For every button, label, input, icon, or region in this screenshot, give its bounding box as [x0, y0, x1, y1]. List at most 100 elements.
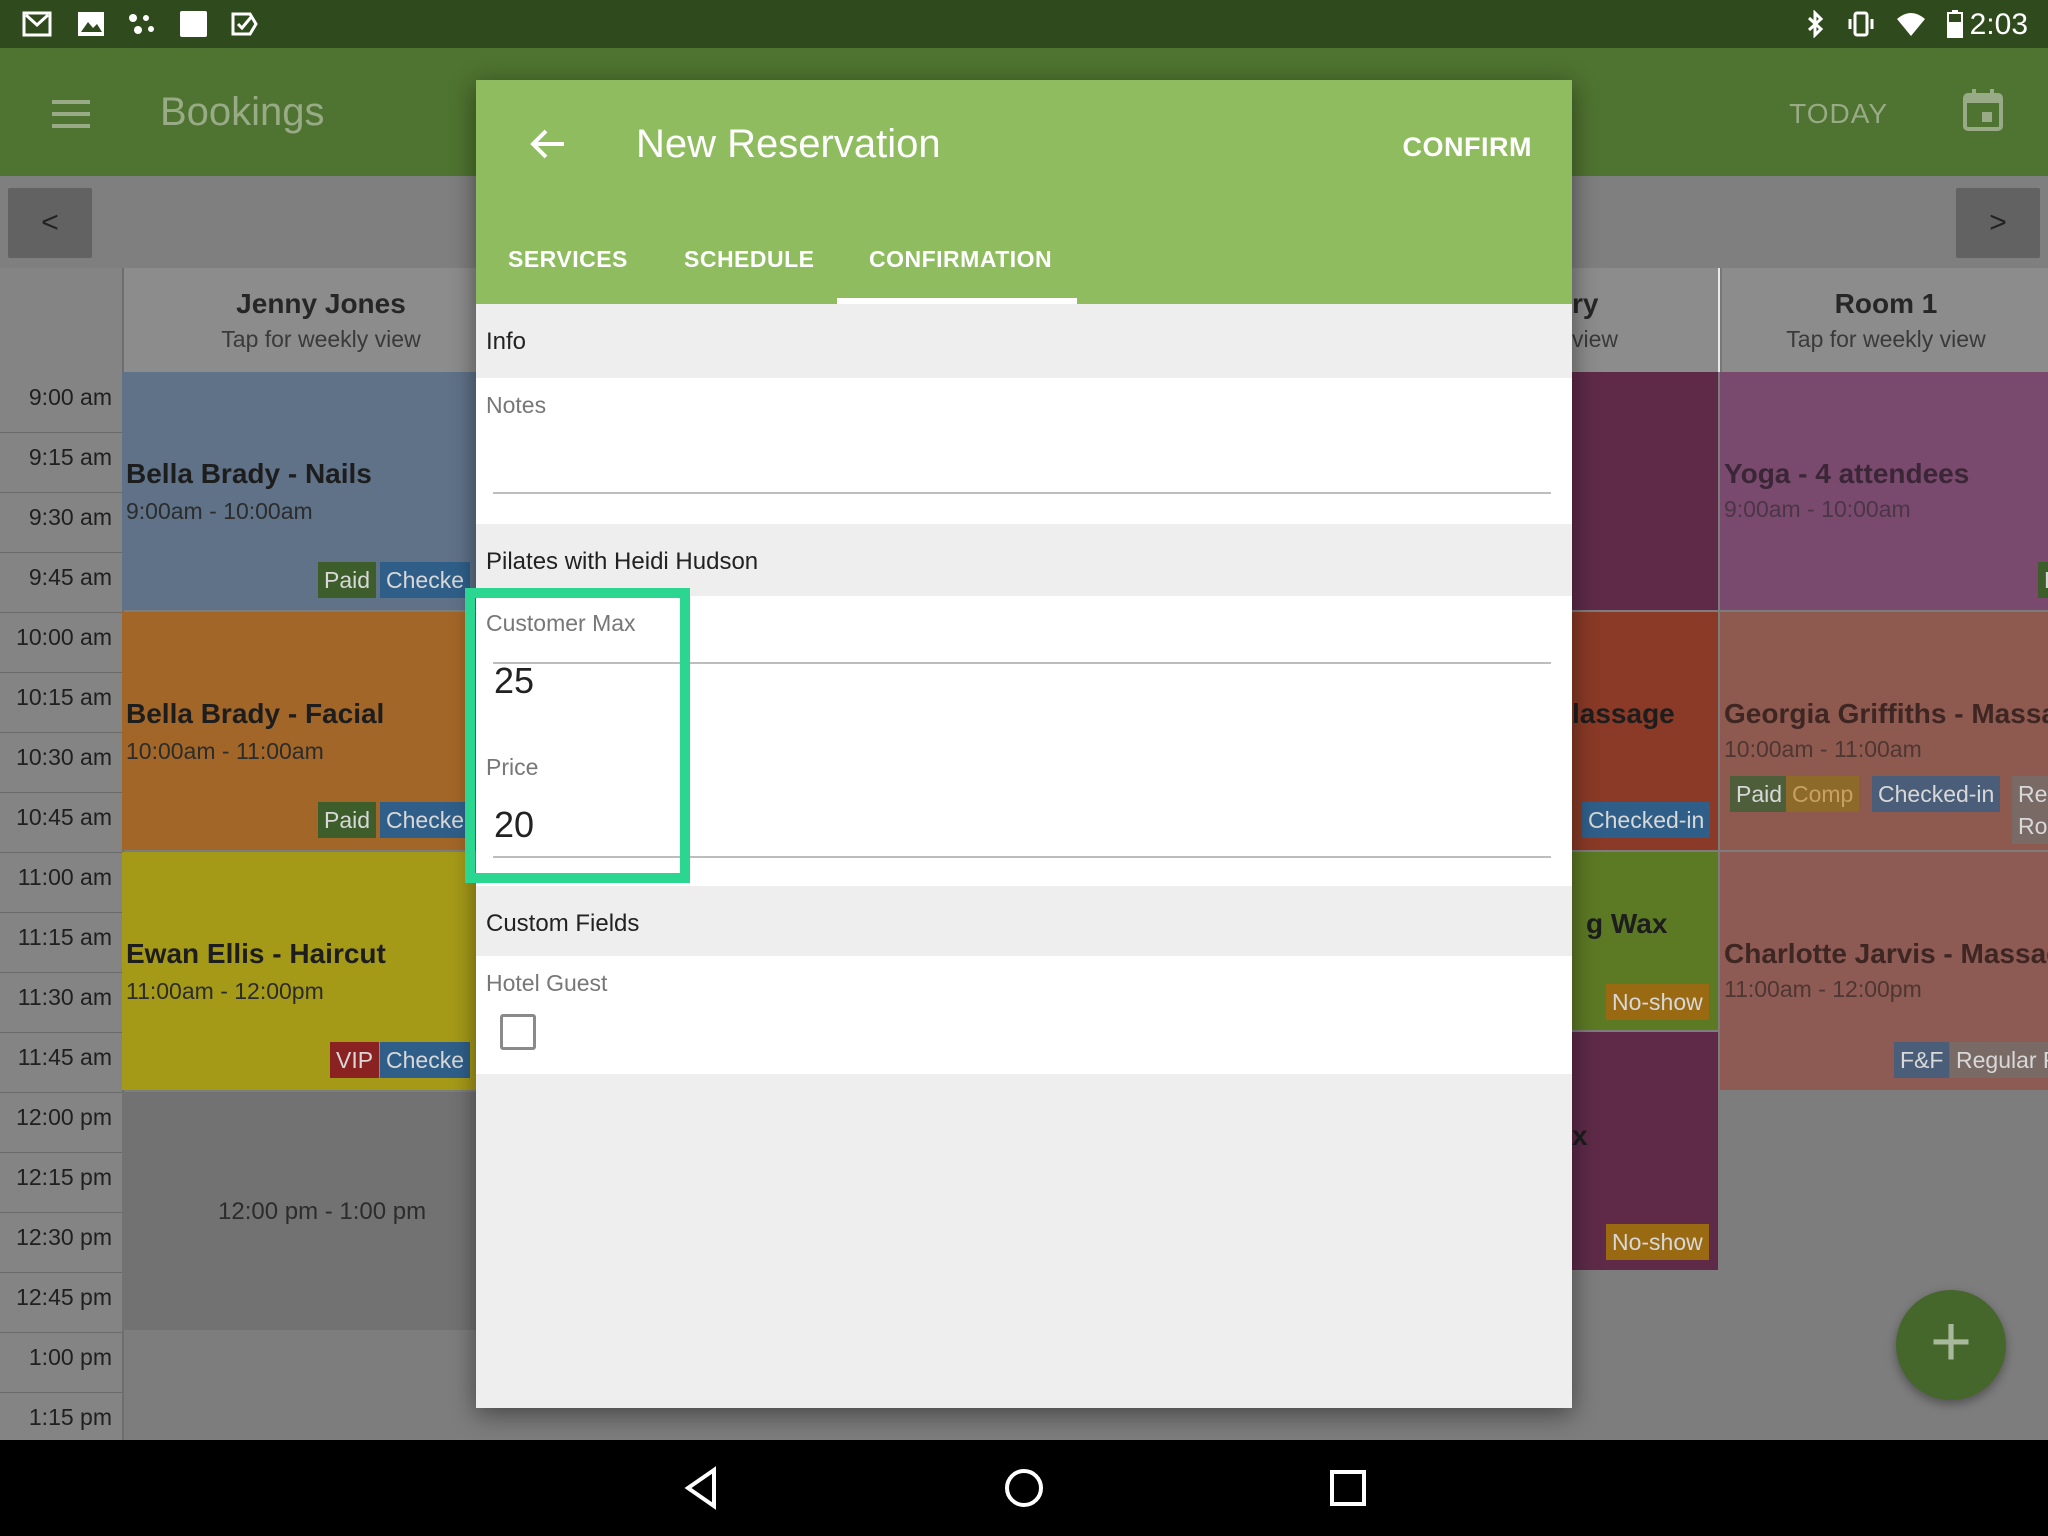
- bluetooth-icon: [1807, 10, 1824, 38]
- notes-section: Notes: [476, 378, 1572, 524]
- time-label: 11:45 am: [17, 1044, 112, 1070]
- system-nav-bar: [0, 1440, 2048, 1536]
- tab-schedule[interactable]: SCHEDULE: [684, 246, 815, 273]
- app-title: Bookings: [160, 90, 325, 134]
- photos-icon: [78, 12, 104, 36]
- blocked-time-label: 12:00 pm - 1:00 pm: [218, 1198, 427, 1225]
- tag-room: Roo: [2012, 808, 2048, 844]
- event-time: 11:00am - 12:00pm: [1724, 976, 1922, 1002]
- column-name: Room 1: [1834, 288, 1938, 319]
- back-nav-icon[interactable]: [680, 1466, 724, 1510]
- section-label: Pilates with Heidi Hudson: [486, 548, 759, 575]
- section-header-info: Info: [476, 304, 1572, 376]
- time-label: 11:30 am: [17, 984, 112, 1010]
- recents-nav-icon[interactable]: [1328, 1468, 1368, 1508]
- column-header-room[interactable]: Room 1 Tap for weekly view: [1720, 268, 2048, 372]
- time-divider: [0, 912, 122, 913]
- tag-regular: Reg: [2012, 776, 2048, 812]
- tag-paid: Paid: [1730, 776, 1789, 812]
- hotel-guest-checkbox[interactable]: [500, 1014, 536, 1050]
- home-nav-icon[interactable]: [1002, 1466, 1046, 1510]
- event-block[interactable]: Ewan Ellis - Haircut 11:00am - 12:00pm V…: [122, 852, 520, 1090]
- time-label: 1:15 pm: [28, 1404, 112, 1430]
- calendar-icon[interactable]: [1962, 88, 2004, 132]
- event-block[interactable]: Yoga - 4 attendees 9:00am - 10:00am P: [1720, 372, 2048, 610]
- event-time: 11:00am - 12:00pm: [126, 978, 324, 1004]
- time-label: 10:15 am: [16, 684, 112, 710]
- event-title: Bella Brady - Facial: [126, 698, 385, 729]
- event-time: 10:00am - 11:00am: [126, 738, 324, 764]
- today-button[interactable]: TODAY: [1789, 98, 1888, 130]
- check-icon: [231, 12, 258, 36]
- wifi-icon: [1897, 13, 1925, 36]
- time-divider: [0, 612, 122, 613]
- battery-icon: [1947, 10, 1963, 38]
- time-divider: [0, 1092, 122, 1093]
- event-title: x: [1572, 1120, 1588, 1151]
- event-block[interactable]: x No-show: [1572, 1032, 1718, 1270]
- time-label: 10:30 am: [16, 744, 112, 770]
- time-divider: [0, 1272, 122, 1273]
- event-block[interactable]: [1572, 372, 1718, 610]
- time-label: 9:00 am: [28, 384, 112, 410]
- tag-paid: Paid: [318, 802, 377, 838]
- notes-label: Notes: [486, 392, 547, 418]
- tag-no-show: No-show: [1606, 984, 1709, 1020]
- column-name: ry: [1572, 288, 1599, 319]
- column-header-middle[interactable]: ry view: [1572, 268, 1718, 372]
- vibrate-icon: [1848, 11, 1874, 37]
- status-time: 2:03: [1969, 8, 2028, 41]
- column-name: Jenny Jones: [236, 288, 406, 319]
- tag-vip: VIP: [330, 1042, 380, 1078]
- column-subtitle: Tap for weekly view: [221, 326, 421, 352]
- notes-input[interactable]: [494, 430, 1534, 470]
- column-subtitle: view: [1572, 326, 1619, 352]
- hotel-guest-label: Hotel Guest: [486, 970, 608, 996]
- time-label: 9:45 am: [28, 564, 112, 590]
- section-header-custom-fields: Custom Fields: [476, 886, 1572, 958]
- blocked-time[interactable]: 12:00 pm - 1:00 pm: [122, 1092, 520, 1330]
- event-title: Ewan Ellis - Haircut: [126, 938, 386, 969]
- tag-checked: Checke: [380, 562, 470, 598]
- time-divider: [0, 1392, 122, 1393]
- tag-comp: Comp: [1786, 776, 1860, 812]
- event-time: 10:00am - 11:00am: [1724, 736, 1922, 762]
- event-block[interactable]: g Wax No-show: [1572, 852, 1718, 1030]
- event-title: Yoga - 4 attendees: [1724, 458, 1970, 489]
- time-divider: [0, 492, 122, 493]
- tag-checked-in: Checked-in: [1582, 802, 1711, 838]
- time-label: 10:45 am: [16, 804, 112, 830]
- dots-icon: [129, 14, 154, 34]
- time-label: 12:45 pm: [16, 1284, 112, 1310]
- back-arrow-icon[interactable]: [528, 124, 568, 164]
- event-title: g Wax: [1586, 908, 1668, 939]
- square-icon: [180, 11, 207, 37]
- gmail-icon: [22, 11, 52, 37]
- event-block[interactable]: Bella Brady - Facial 10:00am - 11:00am P…: [122, 612, 520, 850]
- event-block[interactable]: Bella Brady - Nails 9:00am - 10:00am Pai…: [122, 372, 520, 610]
- column-header-jenny[interactable]: Jenny Jones Tap for weekly view: [122, 268, 520, 372]
- event-block[interactable]: lassage Checked-in: [1572, 612, 1718, 850]
- custom-fields-section: Hotel Guest: [476, 956, 1572, 1074]
- event-block[interactable]: Charlotte Jarvis - Massag 11:00am - 12:0…: [1720, 852, 2048, 1090]
- time-divider: [0, 732, 122, 733]
- time-label: 11:15 am: [17, 924, 112, 950]
- menu-icon[interactable]: [52, 92, 90, 136]
- tab-services[interactable]: SERVICES: [508, 246, 628, 273]
- add-fab-button[interactable]: +: [1896, 1290, 2006, 1400]
- time-divider: [0, 552, 122, 553]
- next-button[interactable]: >: [1956, 188, 2040, 258]
- tag-regular: Regular R: [1950, 1042, 2048, 1078]
- tab-confirmation[interactable]: CONFIRMATION: [869, 246, 1052, 273]
- column-subtitle: Tap for weekly view: [1786, 326, 1986, 352]
- dialog-title: New Reservation: [636, 122, 941, 166]
- event-title: Bella Brady - Nails: [126, 458, 372, 489]
- event-block[interactable]: Georgia Griffiths - Massag 10:00am - 11:…: [1720, 612, 2048, 850]
- confirm-button[interactable]: CONFIRM: [1403, 132, 1532, 163]
- prev-button[interactable]: <: [8, 188, 92, 258]
- time-label: 9:15 am: [28, 444, 112, 470]
- time-divider: [0, 1332, 122, 1333]
- time-label: 10:00 am: [16, 624, 112, 650]
- time-divider: [0, 972, 122, 973]
- highlight-box: [465, 588, 690, 883]
